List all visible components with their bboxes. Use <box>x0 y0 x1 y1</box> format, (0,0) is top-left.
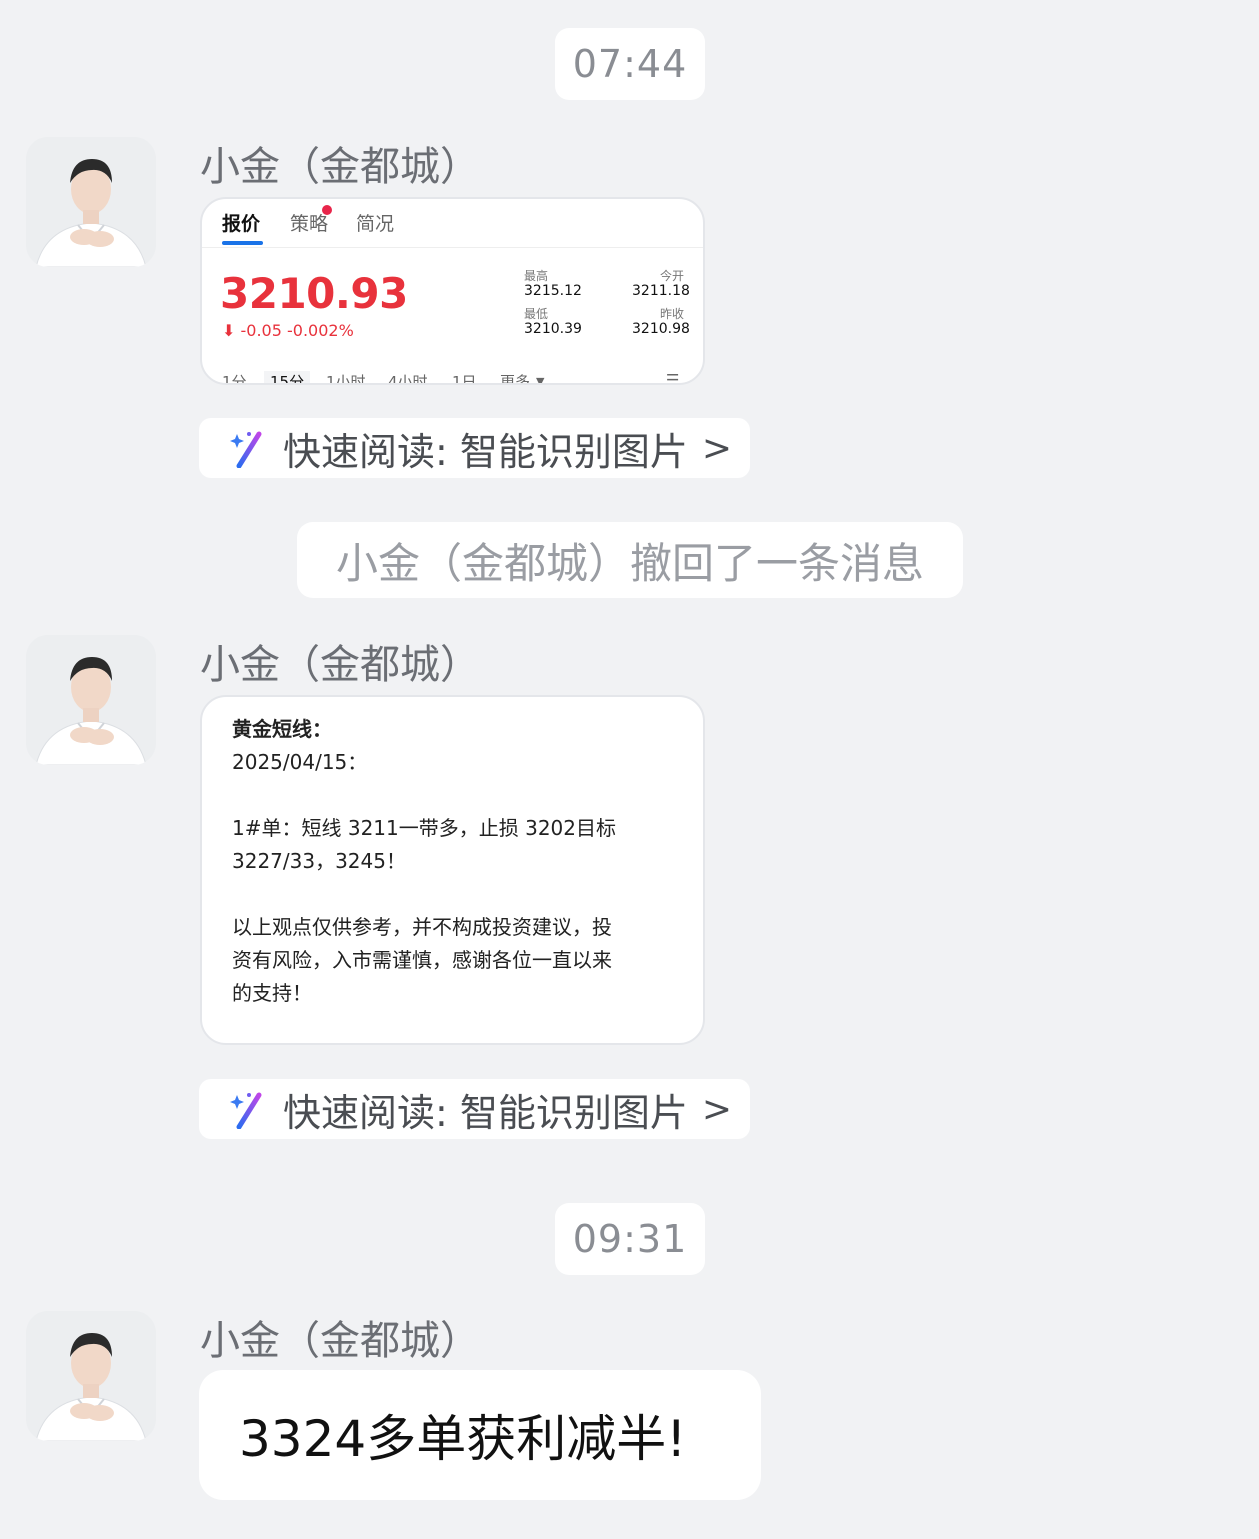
prev-close-label: 昨收 <box>660 307 685 321</box>
message-text: 3324多单获利减半! <box>239 1410 687 1468</box>
quote-image-message[interactable]: 报价 策略 简况 3210.93 ⬇ -0.05 -0.002% 最高 3215… <box>200 197 705 385</box>
strategy-disclaimer-line: 的支持！ <box>232 981 312 1005</box>
text-message-bubble[interactable]: 3324多单获利减半! <box>199 1370 761 1500</box>
avatar-photo-icon <box>26 635 156 765</box>
timestamp-pill: 07:44 <box>555 28 705 100</box>
avatar-photo-icon <box>26 1311 156 1441</box>
tab-quote: 报价 <box>222 213 261 235</box>
chevron-right-icon: > <box>701 1088 733 1130</box>
quote-price: 3210.93 <box>220 269 408 318</box>
range-1m: 1分 <box>222 373 247 385</box>
quote-change: ⬇ -0.05 -0.002% <box>222 321 354 340</box>
sender-name: 小金（金都城） <box>200 144 480 190</box>
sender-name: 小金（金都城） <box>200 1318 480 1364</box>
quick-read-button[interactable]: 快速阅读: 智能识别图片 > <box>199 418 750 478</box>
active-tab-underline <box>222 241 263 245</box>
sender-name: 小金（金都城） <box>200 642 480 688</box>
sender-avatar[interactable] <box>26 635 156 765</box>
open-label: 今开 <box>660 269 685 283</box>
down-arrow-icon: ⬇ <box>222 321 236 340</box>
strategy-disclaimer-line: 以上观点仅供参考，并不构成投资建议，投 <box>232 915 612 939</box>
strategy-title: 黄金短线： <box>232 717 332 741</box>
chart-settings-icon: ☰ <box>666 371 680 385</box>
quote-tab-bar: 报价 策略 简况 <box>202 199 703 248</box>
quick-read-label: 快速阅读: 智能识别图片 <box>283 429 688 474</box>
open-value: 3211.18 <box>632 283 690 299</box>
strategy-order-line: 3227/33，3245！ <box>232 849 406 873</box>
dropdown-arrow-icon: ▼ <box>536 375 545 385</box>
high-value: 3215.12 <box>524 283 582 299</box>
range-4h: 4小时 <box>388 373 428 385</box>
strategy-order-line: 1#单：短线 3211一带多，止损 3202目标 <box>232 816 616 840</box>
high-label: 最高 <box>524 269 549 283</box>
low-label: 最低 <box>524 307 549 321</box>
quick-read-button[interactable]: 快速阅读: 智能识别图片 > <box>199 1079 750 1139</box>
magic-wand-icon <box>230 1092 262 1129</box>
strategy-date: 2025/04/15： <box>232 750 368 774</box>
notification-dot-icon <box>322 205 332 215</box>
low-value: 3210.39 <box>524 321 582 337</box>
range-more: 更多 <box>500 373 531 385</box>
strategy-image-message[interactable]: 黄金短线： 2025/04/15： 1#单：短线 3211一带多，止损 3202… <box>200 695 705 1045</box>
timestamp-text: 07:44 <box>572 42 688 86</box>
chevron-right-icon: > <box>701 427 733 469</box>
timestamp-text: 09:31 <box>572 1217 688 1261</box>
magic-wand-icon <box>230 431 262 468</box>
range-1h: 1小时 <box>326 373 366 385</box>
avatar-photo-icon <box>26 137 156 267</box>
strategy-disclaimer-line: 资有风险，入市需谨慎，感谢各位一直以来 <box>232 948 612 972</box>
range-15m: 15分 <box>264 371 311 383</box>
sender-avatar[interactable] <box>26 1311 156 1441</box>
range-1d: 1日 <box>452 373 477 385</box>
recall-notice: 小金（金都城）撤回了一条消息 <box>297 522 963 598</box>
prev-close-value: 3210.98 <box>632 321 690 337</box>
sender-avatar[interactable] <box>26 137 156 267</box>
strategy-text-block: 黄金短线： 2025/04/15： 1#单：短线 3211一带多，止损 3202… <box>232 713 616 1010</box>
tab-overview: 简况 <box>356 213 395 235</box>
timestamp-pill: 09:31 <box>555 1203 705 1275</box>
quick-read-label: 快速阅读: 智能识别图片 <box>283 1090 688 1135</box>
